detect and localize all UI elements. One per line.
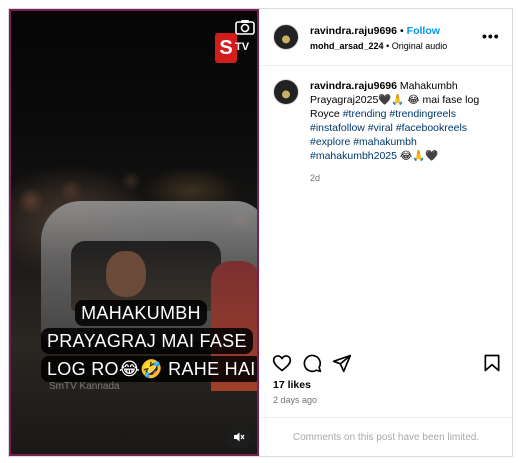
logo-letter: S bbox=[215, 33, 237, 63]
speaker-muted-icon bbox=[234, 432, 245, 442]
post-dialog: S TV MAHAKUMBH PRAYAGRAJ MAI FASE LOG RO… bbox=[8, 8, 513, 457]
post-caption: ravindra.raju9696 Mahakumbh Prayagraj202… bbox=[310, 79, 500, 163]
hashtag-link[interactable]: #explore bbox=[310, 136, 350, 148]
caption-age: 2d bbox=[310, 173, 321, 183]
overlay-line: LOG RO😂🤣 RAHE HAI bbox=[41, 356, 257, 382]
heart-icon bbox=[272, 355, 292, 372]
hashtag-link[interactable]: #mahakumbh2025 bbox=[310, 150, 397, 162]
channel-logo: S TV bbox=[215, 33, 249, 63]
author-username[interactable]: ravindra.raju9696 bbox=[310, 25, 397, 37]
passenger-image bbox=[106, 251, 146, 297]
caption-author-avatar[interactable] bbox=[273, 79, 299, 105]
comment-icon bbox=[303, 354, 322, 373]
post-timestamp: 2 days ago bbox=[273, 395, 318, 405]
post-video[interactable]: S TV MAHAKUMBH PRAYAGRAJ MAI FASE LOG RO… bbox=[9, 9, 259, 456]
channel-watermark: SmTV Kannada bbox=[49, 381, 120, 392]
mute-toggle-button[interactable] bbox=[227, 425, 251, 449]
author-line: ravindra.raju9696 • Follow bbox=[310, 25, 440, 37]
post-sidebar: ravindra.raju9696 • Follow mohd_arsad_224 … bbox=[260, 9, 512, 456]
hashtag-link[interactable]: #mahakumbh bbox=[353, 136, 417, 148]
separator-dot: • bbox=[399, 25, 404, 37]
share-icon bbox=[332, 354, 352, 373]
separator-dot: • bbox=[386, 41, 390, 51]
collab-audio-line: mohd_arsad_224 • Original audio bbox=[310, 41, 447, 51]
save-button[interactable] bbox=[482, 353, 502, 373]
caption-username[interactable]: ravindra.raju9696 bbox=[310, 80, 397, 92]
more-options-icon[interactable]: ••• bbox=[482, 29, 500, 43]
hashtag-link[interactable]: #instafollow bbox=[310, 122, 365, 134]
caption-section: ravindra.raju9696 Mahakumbh Prayagraj202… bbox=[260, 67, 512, 347]
action-bar bbox=[260, 347, 512, 377]
author-avatar[interactable] bbox=[273, 24, 299, 50]
hashtag-link[interactable]: #facebookreels bbox=[396, 122, 467, 134]
comments-limited-notice: Comments on this post have been limited. bbox=[260, 417, 512, 456]
post-header: ravindra.raju9696 • Follow mohd_arsad_224 … bbox=[260, 9, 512, 66]
hashtag-link[interactable]: #trending bbox=[343, 108, 387, 120]
original-audio-link[interactable]: Original audio bbox=[392, 41, 448, 51]
collaborator-username[interactable]: mohd_arsad_224 bbox=[310, 41, 384, 51]
video-text-overlay: MAHAKUMBH PRAYAGRAJ MAI FASE LOG RO😂🤣 RA… bbox=[41, 299, 257, 383]
hashtag-link[interactable]: #trendingreels bbox=[389, 108, 456, 120]
likes-count[interactable]: 17 likes bbox=[273, 379, 311, 391]
bookmark-icon bbox=[484, 354, 500, 372]
overlay-line: PRAYAGRAJ MAI FASE bbox=[41, 328, 253, 354]
hashtag-link[interactable]: #viral bbox=[368, 122, 393, 134]
share-button[interactable] bbox=[332, 353, 352, 373]
follow-button[interactable]: Follow bbox=[407, 25, 440, 37]
overlay-line: MAHAKUMBH bbox=[75, 300, 207, 326]
comment-button[interactable] bbox=[302, 353, 322, 373]
like-button[interactable] bbox=[272, 353, 292, 373]
camera-icon bbox=[235, 19, 255, 35]
logo-suffix: TV bbox=[235, 41, 250, 53]
caption-emoji: 😂🙏🖤 bbox=[396, 150, 439, 162]
